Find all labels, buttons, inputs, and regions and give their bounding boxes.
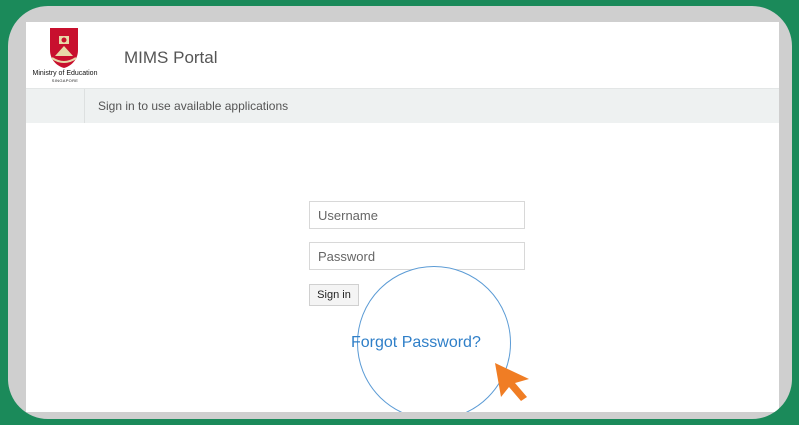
subbar-divider [84, 89, 85, 123]
username-input[interactable] [309, 201, 525, 229]
subheader-bar: Sign in to use available applications [26, 88, 779, 123]
password-input[interactable] [309, 242, 525, 270]
moe-logo: Ministry of Education SINGAPORE [26, 24, 106, 88]
forgot-password-link[interactable]: Forgot Password? [351, 334, 481, 352]
screen: Ministry of Education SINGAPORE MIMS Por… [26, 22, 779, 412]
crest-icon [50, 28, 78, 68]
page-title: MIMS Portal [124, 48, 218, 67]
device-frame: Ministry of Education SINGAPORE MIMS Por… [8, 6, 792, 419]
sign-in-button[interactable]: Sign in [309, 284, 359, 306]
logo-text: Ministry of Education [32, 70, 98, 77]
subheader-text: Sign in to use available applications [98, 99, 289, 113]
logo-subtext: SINGAPORE [51, 78, 79, 83]
pointer-cursor-icon [495, 363, 529, 401]
header: Ministry of Education SINGAPORE MIMS Por… [26, 22, 779, 88]
